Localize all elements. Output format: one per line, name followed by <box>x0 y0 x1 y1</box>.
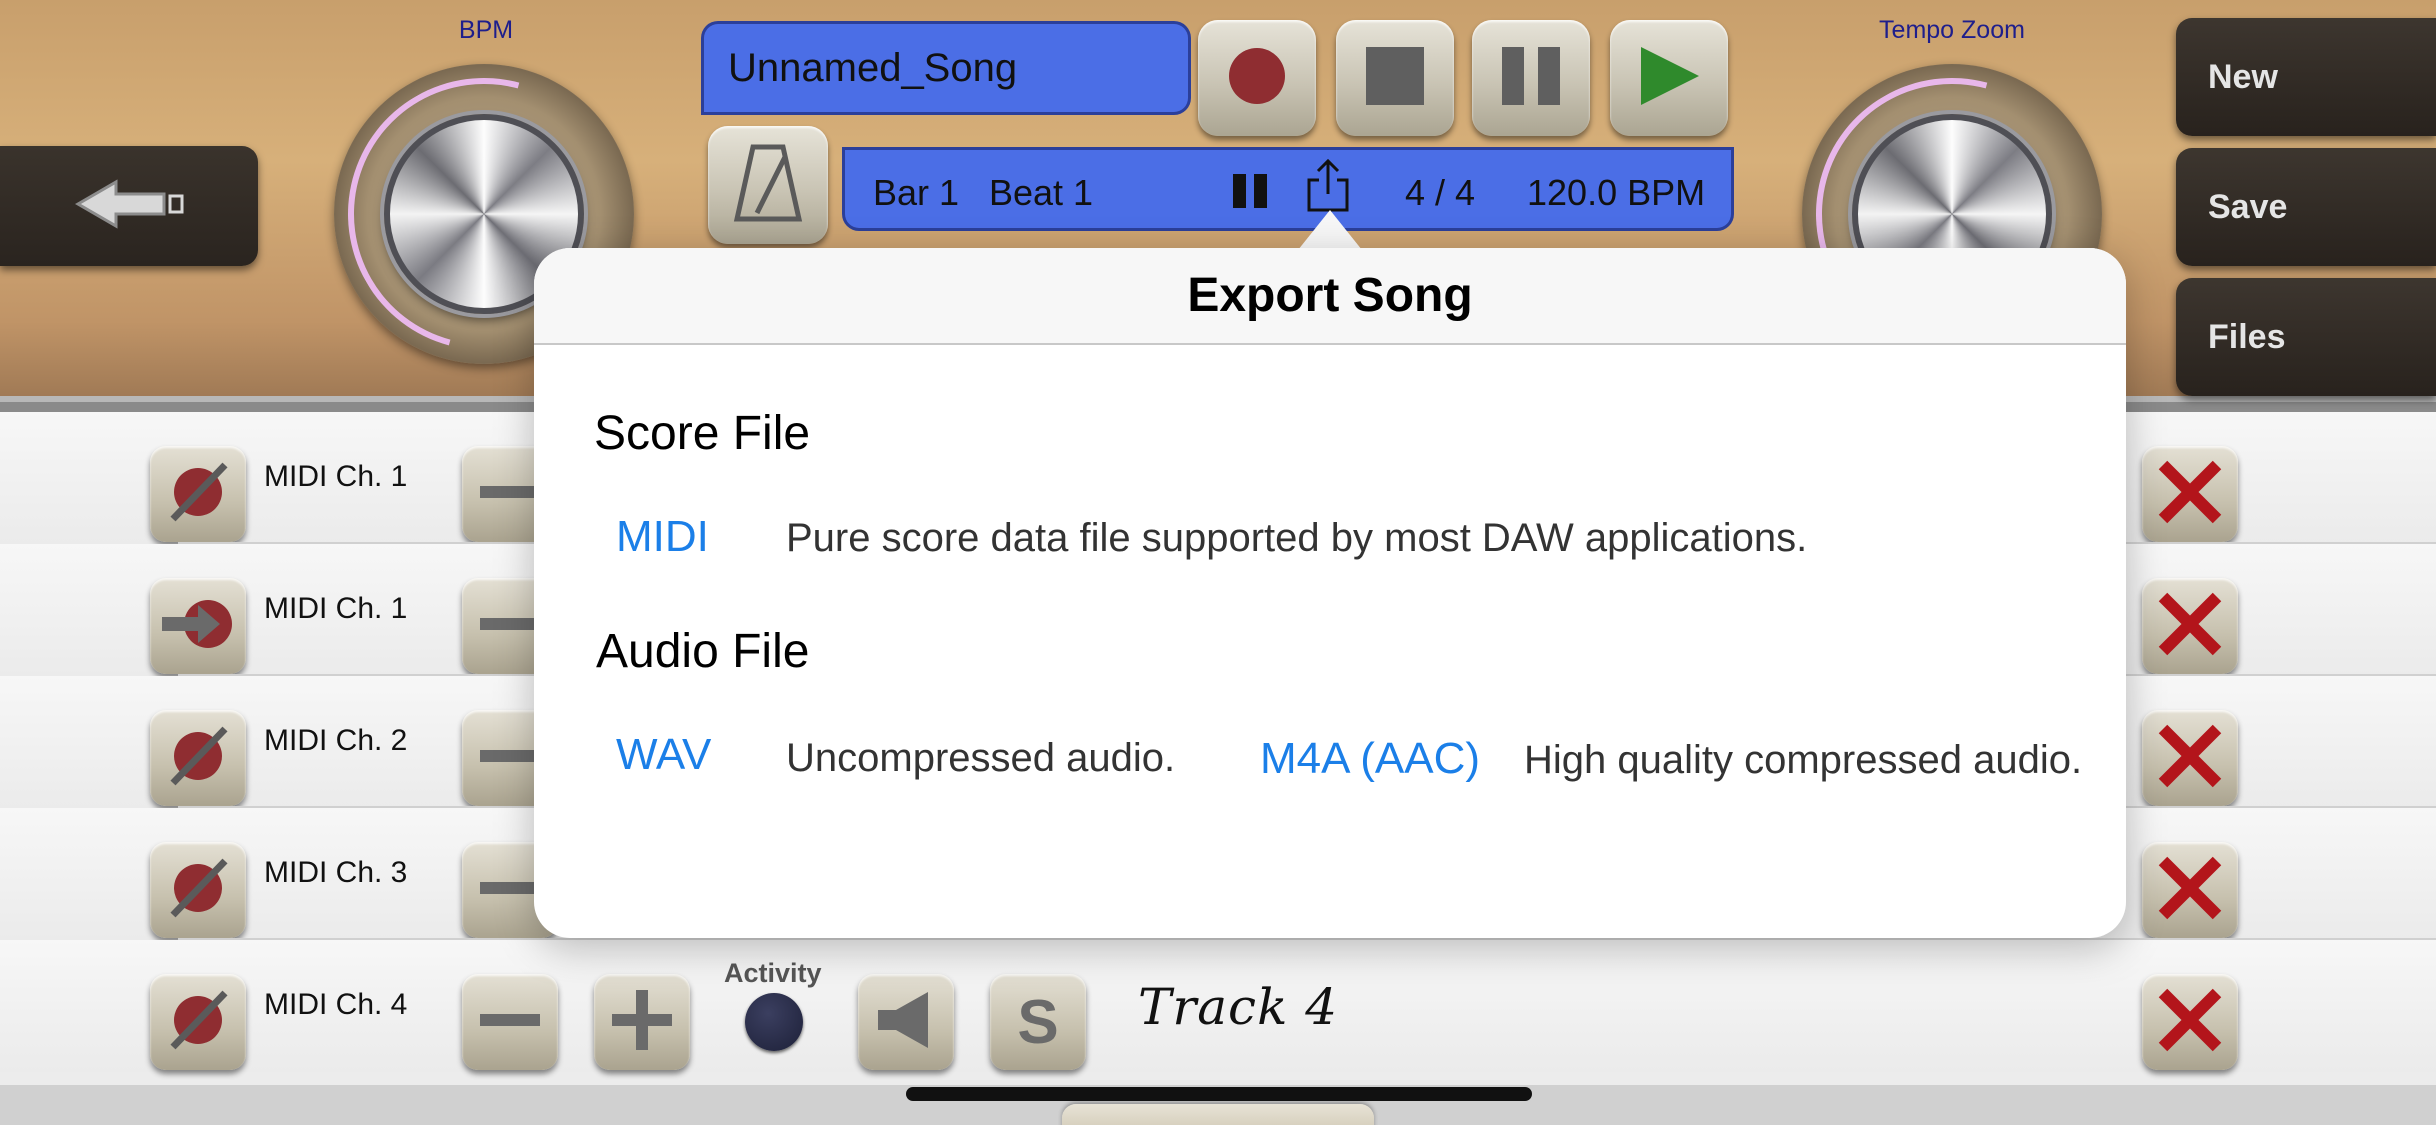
time-signature[interactable]: 4 / 4 <box>1405 172 1475 214</box>
delete-track-button[interactable] <box>2142 710 2238 806</box>
export-song-popover: Export Song Score File MIDI Pure score d… <box>534 248 2126 938</box>
solo-button[interactable]: S <box>990 974 1086 1070</box>
delete-x-icon <box>2155 457 2225 532</box>
delete-track-button[interactable] <box>2142 446 2238 542</box>
activity-label: Activity <box>724 958 822 988</box>
tempo-readout[interactable]: 120.0 BPM <box>1527 172 1705 214</box>
minus-icon <box>480 878 540 903</box>
delete-track-button[interactable] <box>2142 974 2238 1070</box>
track-name[interactable]: Track 4 <box>1138 978 1338 1036</box>
delete-x-icon <box>2155 985 2225 1060</box>
beat-position: Beat 1 <box>989 172 1094 213</box>
popover-header: Export Song <box>534 248 2126 345</box>
track-channel-label: MIDI Ch. 2 <box>264 724 408 757</box>
play-button[interactable] <box>1610 20 1728 136</box>
mute-button[interactable] <box>150 842 246 938</box>
export-wav-link[interactable]: WAV <box>616 730 711 780</box>
mute-button[interactable] <box>150 974 246 1070</box>
audio-file-heading: Audio File <box>596 625 810 678</box>
new-button[interactable]: New <box>2176 18 2436 136</box>
delete-x-icon <box>2155 721 2225 796</box>
popover-arrow <box>1298 210 1362 250</box>
metronome-button[interactable] <box>708 126 828 244</box>
volume-button[interactable] <box>858 974 954 1070</box>
mute-icon <box>163 853 233 928</box>
mute-button[interactable] <box>150 710 246 806</box>
delete-track-button[interactable] <box>2142 578 2238 674</box>
song-name-display[interactable]: Unnamed_Song <box>704 24 1188 112</box>
home-indicator[interactable] <box>906 1087 1532 1101</box>
delete-x-icon <box>2155 589 2225 664</box>
minus-icon <box>480 746 540 771</box>
track-channel-label: MIDI Ch. 3 <box>264 856 408 889</box>
pause-icon <box>1500 45 1562 112</box>
transport-status-bar: Bar 1 Beat 1 4 / 4 120.0 BPM <box>845 150 1731 228</box>
arrow-left-icon <box>74 176 184 237</box>
popover-title: Export Song <box>1187 269 1473 322</box>
play-icon <box>1637 45 1701 112</box>
mute-icon <box>163 721 233 796</box>
wav-description: Uncompressed audio. <box>786 736 1176 780</box>
bottom-drawer-handle[interactable] <box>1062 1104 1374 1125</box>
record-button[interactable] <box>1198 20 1316 136</box>
mute-button[interactable] <box>150 446 246 542</box>
pause-icon[interactable] <box>1231 172 1271 215</box>
delete-track-button[interactable] <box>2142 842 2238 938</box>
m4a-description: High quality compressed audio. <box>1524 738 2083 782</box>
tempo-zoom-label: Tempo Zoom <box>1879 16 2025 44</box>
minus-icon <box>480 614 540 639</box>
track-row: MIDI Ch. 4 Activity S Track 4 <box>0 940 2436 1072</box>
decrement-button[interactable] <box>462 974 558 1070</box>
record-icon <box>1227 46 1287 111</box>
activity-indicator <box>745 993 803 1051</box>
delete-x-icon <box>2155 853 2225 928</box>
minus-icon <box>480 482 540 507</box>
back-button[interactable] <box>0 146 258 266</box>
minus-icon <box>480 1010 540 1035</box>
bar-position: Bar 1 <box>873 172 960 213</box>
solo-icon: S <box>1017 987 1059 1057</box>
stop-icon <box>1364 45 1426 112</box>
export-midi-link[interactable]: MIDI <box>616 512 709 562</box>
track-channel-label: MIDI Ch. 1 <box>264 460 408 493</box>
arm-button[interactable] <box>150 578 246 674</box>
save-button[interactable]: Save <box>2176 148 2436 266</box>
pause-button[interactable] <box>1472 20 1590 136</box>
score-file-heading: Score File <box>594 407 811 460</box>
stop-button[interactable] <box>1336 20 1454 136</box>
metronome-icon <box>733 143 803 228</box>
track-channel-label: MIDI Ch. 1 <box>264 592 408 625</box>
track-channel-label: MIDI Ch. 4 <box>264 988 408 1021</box>
increment-button[interactable] <box>594 974 690 1070</box>
midi-description: Pure score data file supported by most D… <box>786 516 1808 560</box>
song-name: Unnamed_Song <box>728 46 1018 90</box>
arrow-right-icon <box>158 589 238 664</box>
export-m4a-link[interactable]: M4A (AAC) <box>1260 734 1480 784</box>
speaker-icon <box>874 988 938 1057</box>
files-button[interactable]: Files <box>2176 278 2436 396</box>
mute-icon <box>163 985 233 1060</box>
mute-icon <box>163 457 233 532</box>
bpm-label: BPM <box>458 16 514 44</box>
plus-icon <box>612 989 672 1055</box>
